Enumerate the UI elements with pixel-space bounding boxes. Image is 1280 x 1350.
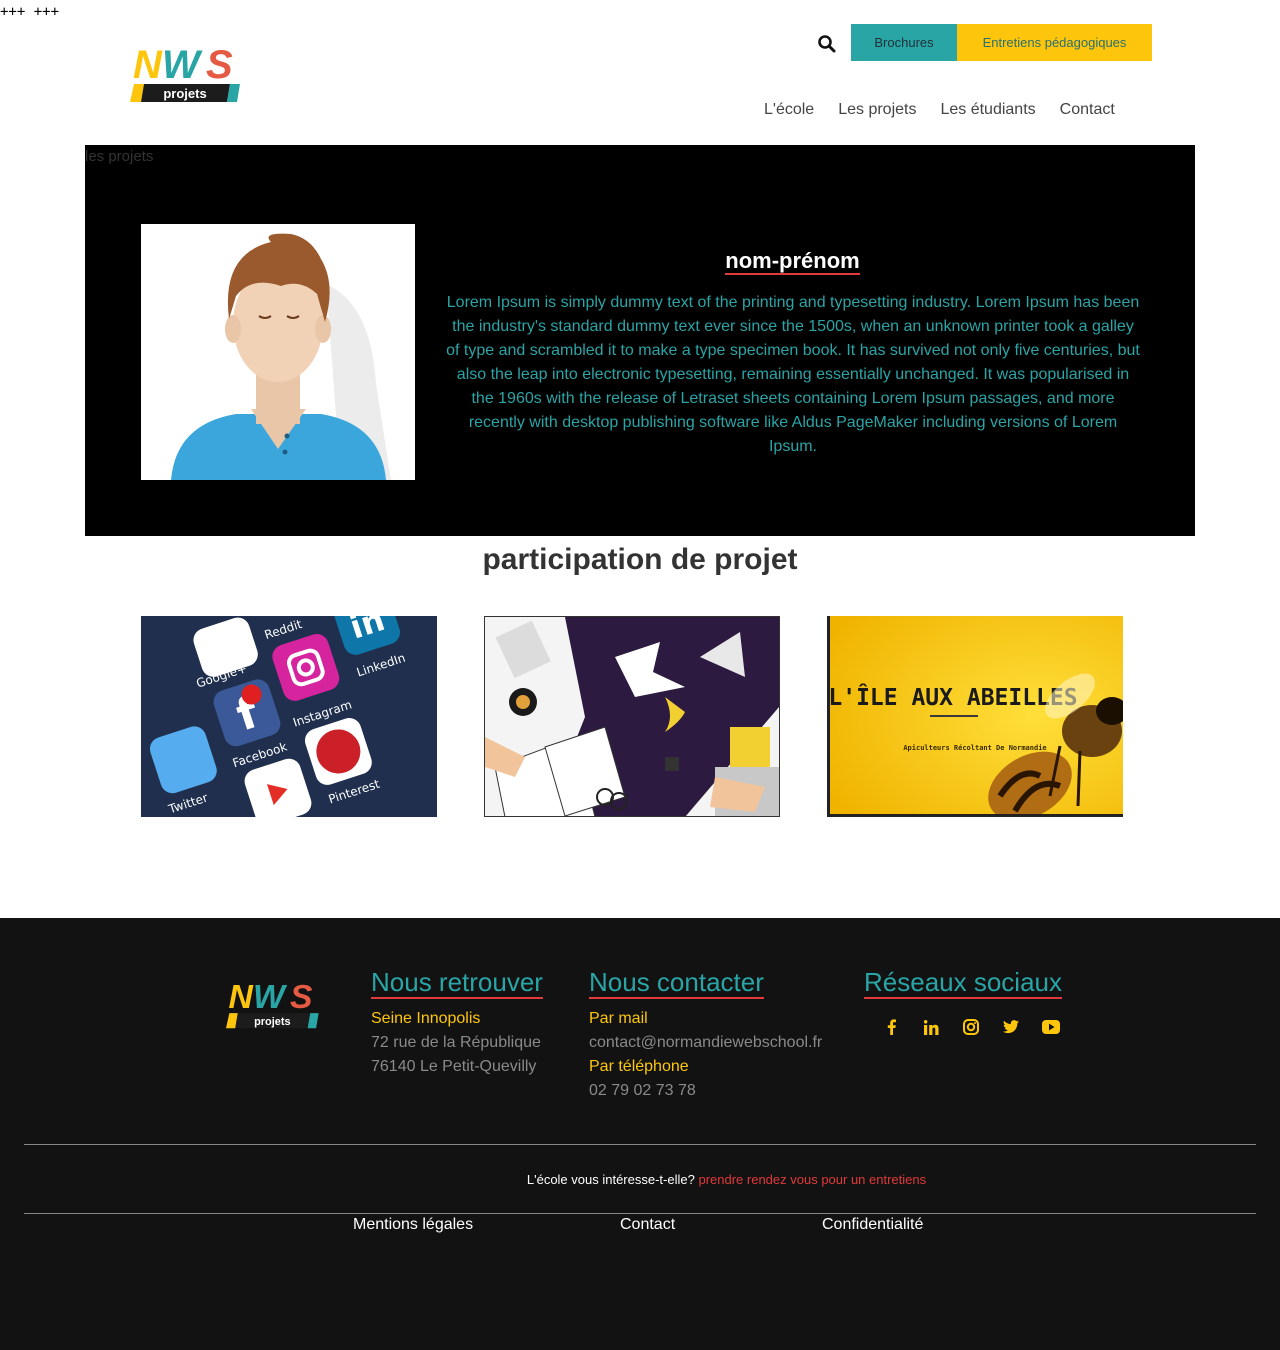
twitter-icon[interactable] [1000,1016,1022,1038]
logo-s: S [206,43,233,87]
bee-card-title: L'ÎLE AUX ABEILLES [830,683,1078,711]
project-card-design[interactable] [484,616,780,817]
svg-text:W: W [253,979,288,1016]
retrouver-title: Nous retrouver [371,967,543,999]
student-name: nom-prénom [620,248,965,275]
retrouver-title-text: Nous retrouver [371,967,543,999]
project-card-social-media[interactable]: f in Google+ Reddit Instagram LinkedIn F… [141,616,437,817]
logo-w: W [162,43,203,87]
student-avatar [141,224,415,480]
bee-image: L'ÎLE AUX ABEILLES Apiculteurs Récoltant… [830,616,1123,814]
reseaux-title-text: Réseaux sociaux [864,967,1062,999]
mail-link[interactable]: contact@normandiewebschool.fr [589,1031,822,1055]
confidentialite-link[interactable]: Confidentialité [822,1216,923,1234]
footer-divider-bottom [24,1213,1256,1214]
design-workspace-image [485,617,779,816]
main-nav: L'école Les projets Les étudiants Contac… [764,101,1139,119]
svg-text:projets: projets [254,1016,290,1028]
breadcrumb: les projets [85,148,154,165]
search-icon[interactable] [816,33,838,55]
reseaux-title: Réseaux sociaux [864,967,1062,999]
cta-appointment-link[interactable]: prendre rendez vous pour un entretiens [698,1172,926,1187]
cta-question: L'école vous intéresse-t-elle? [526,1172,695,1187]
footer-nws-logo[interactable]: N W S projets [226,975,322,1031]
svg-text:S: S [290,979,313,1016]
nav-contact[interactable]: Contact [1060,101,1115,119]
project-card-ile-aux-abeilles[interactable]: L'ÎLE AUX ABEILLES Apiculteurs Récoltant… [827,616,1123,817]
student-name-text: nom-prénom [725,248,860,275]
instagram-icon[interactable] [960,1016,982,1038]
nws-projets-logo[interactable]: N W S projets [130,40,244,104]
logo-n: N [133,43,163,87]
contacter-title: Nous contacter [589,967,764,999]
facebook-icon[interactable] [880,1016,902,1038]
appointment-cta: L'école vous intéresse-t-elle? prendre r… [0,1172,1280,1187]
entretiens-pedagogiques-button[interactable]: Entretiens pédagogiques [957,24,1152,61]
address-street: 72 rue de la République [371,1034,541,1051]
mail-label: Par mail [589,1010,648,1027]
phone-number[interactable]: 02 79 02 73 78 [589,1079,696,1103]
mentions-legales-link[interactable]: Mentions légales [353,1216,473,1234]
nav-ecole[interactable]: L'école [764,101,814,119]
social-media-apps-image: f in Google+ Reddit Instagram LinkedIn F… [141,616,437,817]
top-marker-text: +++ +++ [0,4,60,20]
address-place: Seine Innopolis [371,1010,481,1027]
logo-projets-text: projets [163,86,206,101]
student-bio: Lorem Ipsum is simply dummy text of the … [446,294,1140,455]
youtube-icon[interactable] [1040,1016,1062,1038]
bee-card-subtitle: Apiculteurs Récoltant De Normandie [903,744,1046,752]
participation-title: participation de projet [482,543,798,576]
nav-projets[interactable]: Les projets [838,101,916,119]
footer-contact-link[interactable]: Contact [620,1216,675,1234]
brochures-button[interactable]: Brochures [851,24,957,61]
phone-label: Par téléphone [589,1058,689,1075]
linkedin-icon[interactable] [920,1016,942,1038]
footer-divider-top [24,1144,1256,1145]
contacter-title-text: Nous contacter [589,967,764,999]
nav-etudiants[interactable]: Les étudiants [940,101,1035,119]
svg-text:N: N [229,979,254,1016]
address-city: 76140 Le Petit-Quevilly [371,1058,537,1075]
